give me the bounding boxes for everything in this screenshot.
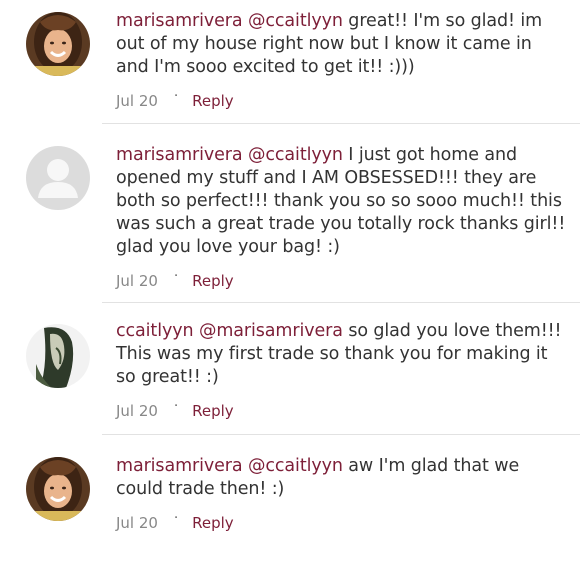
reply-button[interactable]: Reply [192, 91, 234, 111]
comment-date: Jul 20 [116, 92, 158, 110]
mention-link[interactable]: @ccaitlyyn [248, 145, 343, 165]
author-link[interactable]: marisamrivera [116, 145, 243, 165]
user-photo-icon [26, 324, 90, 388]
comment-item: marisamrivera @ccaitlyyn aw I'm glad tha… [0, 435, 580, 580]
comment-body: marisamrivera @ccaitlyyn great!! I'm so … [116, 10, 566, 111]
comment-text: ccaitlyyn @marisamrivera so glad you lov… [116, 320, 566, 389]
mention-link[interactable]: @marisamrivera [199, 321, 343, 341]
author-link[interactable]: marisamrivera [116, 456, 243, 476]
mention-link[interactable]: @ccaitlyyn [248, 456, 343, 476]
author-link[interactable]: ccaitlyyn [116, 321, 194, 341]
avatar[interactable] [26, 324, 90, 388]
mention-link[interactable]: @ccaitlyyn [248, 11, 343, 31]
comment-body: ccaitlyyn @marisamrivera so glad you lov… [116, 320, 566, 421]
separator-dot: · [173, 269, 179, 284]
comment-item: marisamrivera @ccaitlyyn great!! I'm so … [0, 0, 580, 123]
default-user-icon [26, 146, 90, 210]
user-photo-icon [26, 12, 90, 76]
reply-button[interactable]: Reply [192, 401, 234, 421]
comment-date: Jul 20 [116, 272, 158, 290]
comment-meta: Jul 20 · Reply [116, 269, 566, 291]
comment-meta: Jul 20 · Reply [116, 89, 566, 111]
separator-dot: · [173, 511, 179, 526]
reply-button[interactable]: Reply [192, 271, 234, 291]
avatar[interactable] [26, 457, 90, 521]
comment-text: marisamrivera @ccaitlyyn I just got home… [116, 144, 566, 259]
comment-body: marisamrivera @ccaitlyyn aw I'm glad tha… [116, 455, 566, 533]
author-link[interactable]: marisamrivera [116, 11, 243, 31]
comment-list: marisamrivera @ccaitlyyn great!! I'm so … [0, 0, 580, 580]
separator-dot: · [173, 89, 179, 104]
comment-text: marisamrivera @ccaitlyyn aw I'm glad tha… [116, 455, 566, 501]
comment-meta: Jul 20 · Reply [116, 399, 566, 421]
avatar[interactable] [26, 146, 90, 210]
comment-date: Jul 20 [116, 402, 158, 420]
user-photo-icon [26, 457, 90, 521]
reply-button[interactable]: Reply [192, 513, 234, 533]
comment-item: ccaitlyyn @marisamrivera so glad you lov… [0, 303, 580, 434]
comment-date: Jul 20 [116, 514, 158, 532]
comment-body: marisamrivera @ccaitlyyn I just got home… [116, 144, 566, 291]
comment-meta: Jul 20 · Reply [116, 511, 566, 533]
avatar[interactable] [26, 12, 90, 76]
comment-item: marisamrivera @ccaitlyyn I just got home… [0, 124, 580, 302]
separator-dot: · [173, 399, 179, 414]
comment-text: marisamrivera @ccaitlyyn great!! I'm so … [116, 10, 566, 79]
